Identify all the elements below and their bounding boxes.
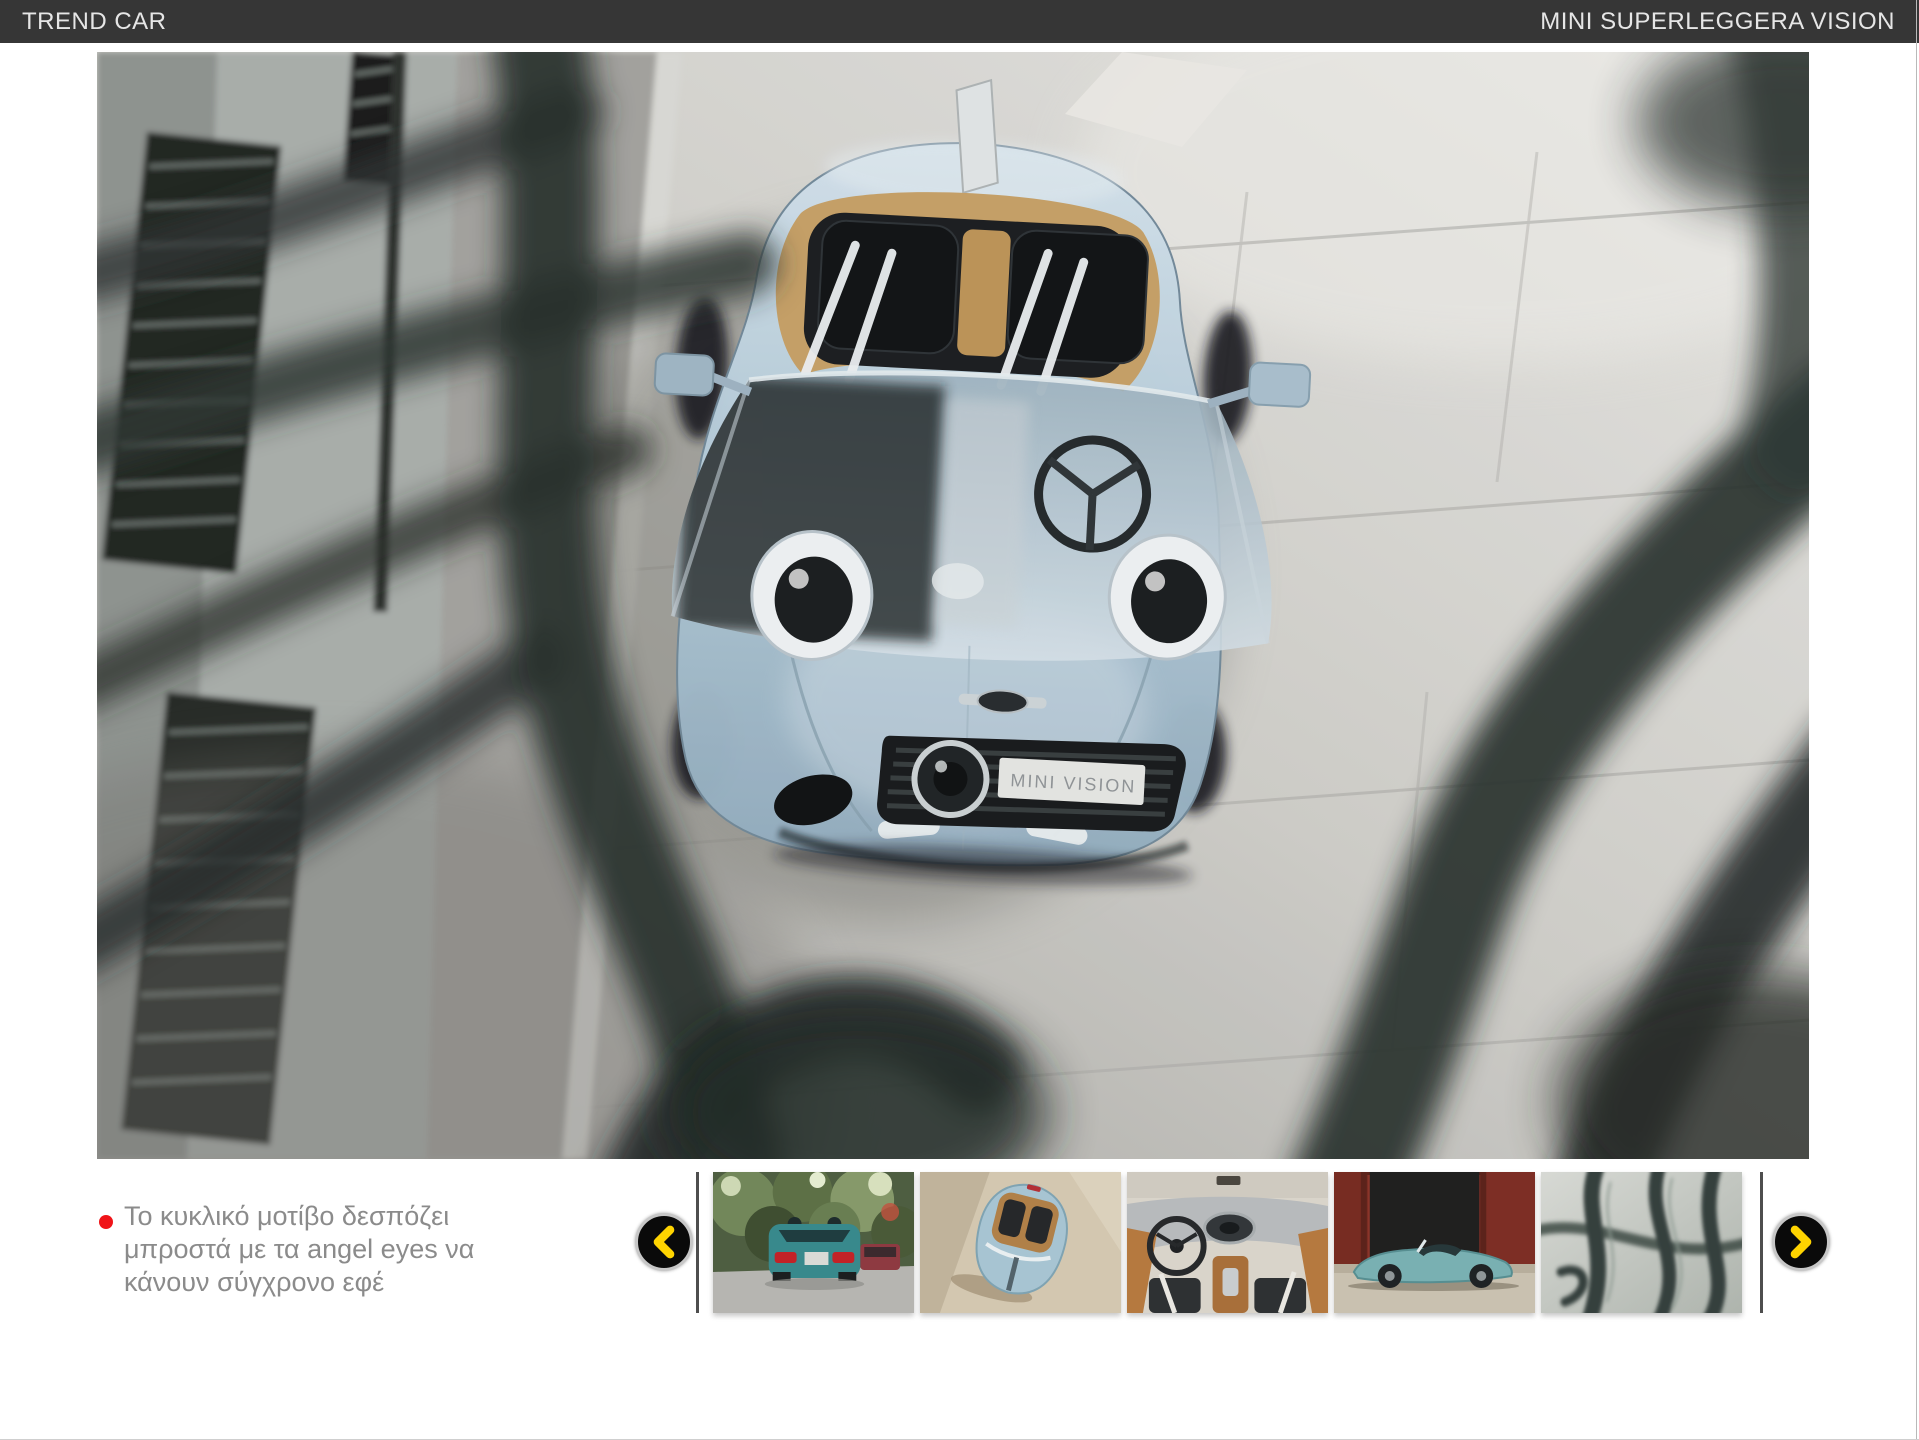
caption-line: κάνουν σύγχρονο εφέ xyxy=(124,1266,504,1299)
next-button[interactable] xyxy=(1772,1213,1830,1271)
main-photo: MINI VISION xyxy=(97,52,1809,1159)
chevron-left-icon xyxy=(649,1225,679,1259)
section-title: TREND CAR xyxy=(22,0,167,43)
article-title: MINI SUPERLEGGERA VISION xyxy=(1540,0,1895,43)
magazine-page: TREND CAR MINI SUPERLEGGERA VISION xyxy=(0,0,1919,1440)
top-bar: TREND CAR MINI SUPERLEGGERA VISION xyxy=(0,0,1919,43)
thumbnail-interior[interactable] xyxy=(1127,1172,1328,1313)
carousel-divider-left xyxy=(696,1172,699,1313)
caption-line: μπροστά με τα angel eyes να xyxy=(124,1233,504,1266)
thumbnail-side-view[interactable] xyxy=(1334,1172,1535,1313)
bullet-icon xyxy=(99,1215,113,1229)
chevron-right-icon xyxy=(1786,1225,1816,1259)
thumbnail-fence-detail[interactable] xyxy=(1541,1172,1742,1313)
photo-caption: Το κυκλικό μοτίβο δεσπόζει μπροστά με τα… xyxy=(124,1200,504,1299)
caption-line: Το κυκλικό μοτίβο δεσπόζει xyxy=(124,1200,504,1233)
thumbnail-strip xyxy=(713,1172,1742,1313)
thumbnail-rear-view[interactable] xyxy=(713,1172,914,1313)
thumbnail-top-view[interactable] xyxy=(920,1172,1121,1313)
main-photo-illustration: MINI VISION xyxy=(97,52,1809,1159)
carousel-divider-right xyxy=(1760,1172,1763,1313)
prev-button[interactable] xyxy=(635,1213,693,1271)
